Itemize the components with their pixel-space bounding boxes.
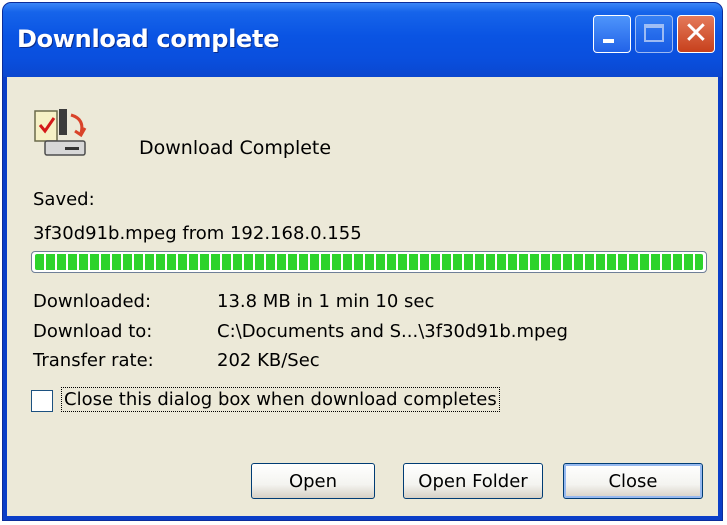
close-window-button[interactable]: ✕ [677,15,715,53]
download-to-value: C:\Documents and S...\3f30d91b.mpeg [217,321,568,342]
saved-label: Saved: [33,189,95,210]
close-when-complete-checkbox[interactable] [31,390,53,412]
download-complete-dialog: Download complete ✕ Download Complete Sa… [2,2,723,521]
open-folder-button[interactable]: Open Folder [403,463,543,499]
title-bar[interactable]: Download complete ✕ [3,3,722,77]
dialog-body: Download Complete Saved: 3f30d91b.mpeg f… [7,77,718,516]
downloaded-value: 13.8 MB in 1 min 10 sec [217,291,435,312]
maximize-icon [644,24,664,42]
downloaded-label: Downloaded: [33,291,152,312]
transfer-rate-value: 202 KB/Sec [217,350,320,371]
maximize-button [635,15,673,53]
saved-file-name: 3f30d91b.mpeg from 192.168.0.155 [33,223,362,244]
close-when-complete-label[interactable]: Close this dialog box when download comp… [61,387,500,412]
close-icon: ✕ [683,16,709,51]
open-button[interactable]: Open [251,463,375,499]
download-to-label: Download to: [33,321,153,342]
download-heading: Download Complete [139,137,332,159]
window-title: Download complete [17,25,280,53]
minimize-icon [603,39,614,43]
download-progress-bar [31,251,707,273]
download-complete-icon [34,109,87,156]
minimize-button[interactable] [593,15,631,53]
close-button[interactable]: Close [563,463,703,499]
transfer-rate-label: Transfer rate: [33,350,154,371]
progress-fill [35,254,703,270]
